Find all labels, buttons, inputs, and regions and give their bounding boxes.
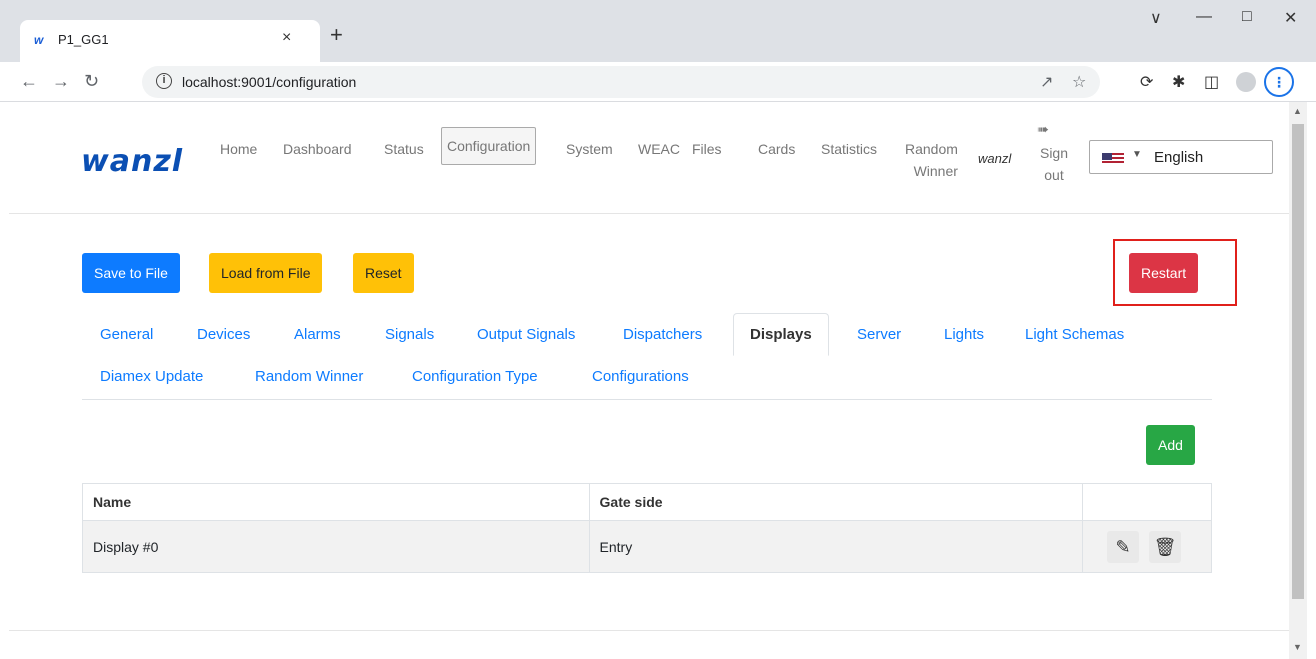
tab-configurations[interactable]: Configurations — [592, 368, 689, 385]
url-text[interactable]: localhost:9001/configuration — [182, 74, 356, 90]
reload-icon[interactable]: ↻ — [84, 71, 99, 92]
chevron-down-icon[interactable]: ∨ — [1150, 8, 1162, 28]
new-tab-icon[interactable]: + — [330, 22, 343, 48]
caret-down-icon: ▼ — [1132, 149, 1142, 160]
scroll-thumb[interactable] — [1292, 124, 1304, 599]
wanzl-logo[interactable]: wanzl — [81, 144, 183, 179]
nav-random-winner-line2: Winner — [913, 163, 958, 179]
vertical-scrollbar[interactable]: ▲ ▼ — [1289, 102, 1307, 659]
tab-general[interactable]: General — [100, 326, 153, 343]
displays-table: Name Gate side Display #0 Entry ✎ 🗑 — [82, 483, 1212, 573]
share-icon[interactable]: ↗ — [1040, 72, 1053, 92]
tab-dispatchers[interactable]: Dispatchers — [623, 326, 702, 343]
tab-alarms[interactable]: Alarms — [294, 326, 341, 343]
menu-icon[interactable]: ⋮ — [1264, 67, 1294, 97]
language-select[interactable]: ▼ English — [1089, 140, 1273, 174]
maximize-icon[interactable]: □ — [1242, 8, 1252, 26]
close-window-icon[interactable]: ✕ — [1284, 8, 1297, 28]
sign-out-line2: out — [1044, 167, 1064, 183]
nav-home[interactable]: Home — [220, 138, 257, 160]
sidepanel-icon[interactable]: ◫ — [1204, 72, 1219, 92]
browser-tab-strip: w P1_GG1 × + ∨ — □ ✕ — [0, 0, 1316, 62]
restart-button[interactable]: Restart — [1129, 253, 1199, 293]
profile-icon[interactable] — [1236, 72, 1256, 92]
tab-diamex-update[interactable]: Diamex Update — [100, 368, 203, 385]
column-header-actions — [1082, 483, 1212, 521]
tab-configuration-type[interactable]: Configuration Type — [412, 368, 538, 385]
wanzl-favicon-icon: w — [34, 33, 44, 47]
nav-statistics[interactable]: Statistics — [821, 138, 877, 160]
tab-signals[interactable]: Signals — [385, 326, 434, 343]
minimize-icon[interactable]: — — [1196, 8, 1212, 26]
nav-random-winner[interactable]: Random Winner — [905, 138, 958, 182]
config-tabs: General Devices Alarms Signals Output Si… — [82, 310, 1212, 400]
close-tab-icon[interactable]: × — [282, 29, 291, 47]
tab-random-winner[interactable]: Random Winner — [255, 368, 363, 385]
user-name: wanzl — [978, 151, 1012, 166]
nav-weac[interactable]: WEAC — [638, 138, 680, 160]
info-icon[interactable]: i — [156, 73, 172, 89]
nav-random-winner-line1: Random — [905, 141, 958, 157]
scroll-up-icon[interactable]: ▲ — [1293, 106, 1302, 116]
nav-dashboard[interactable]: Dashboard — [283, 138, 352, 160]
back-icon[interactable]: ← — [20, 71, 38, 92]
nav-cards[interactable]: Cards — [758, 138, 795, 160]
sign-out-link[interactable]: Sign out — [1034, 142, 1074, 186]
extension-icon[interactable]: ⟳ — [1140, 72, 1153, 92]
signout-icon[interactable]: ➠ — [1037, 121, 1049, 138]
sign-out-line1: Sign — [1039, 145, 1069, 161]
tab-light-schemas[interactable]: Light Schemas — [1025, 326, 1124, 343]
cell-gate-side: Entry — [588, 520, 1084, 573]
cell-name: Display #0 — [82, 520, 590, 573]
nav-files[interactable]: Files — [692, 138, 722, 160]
tab-output-signals[interactable]: Output Signals — [477, 326, 575, 343]
nav-system[interactable]: System — [566, 138, 613, 160]
reset-button[interactable]: Reset — [353, 253, 414, 293]
load-from-file-button[interactable]: Load from File — [209, 253, 323, 293]
tab-server[interactable]: Server — [857, 326, 901, 343]
nav-status[interactable]: Status — [384, 138, 424, 160]
table-row: Display #0 Entry ✎ 🗑 — [82, 520, 1212, 573]
add-button[interactable]: Add — [1146, 425, 1195, 465]
column-header-gate-side: Gate side — [588, 483, 1084, 521]
puzzle-icon[interactable]: ✱ — [1172, 72, 1185, 92]
page-viewport: wanzl Home Dashboard Status Configuratio… — [9, 102, 1289, 659]
column-header-name: Name — [82, 483, 590, 521]
cell-actions: ✎ 🗑 — [1082, 520, 1212, 573]
forward-icon[interactable]: → — [52, 71, 70, 92]
address-bar[interactable]: i localhost:9001/configuration ↗ ☆ — [142, 66, 1100, 98]
us-flag-icon — [1102, 153, 1124, 165]
scroll-down-icon[interactable]: ▼ — [1293, 642, 1302, 652]
nav-configuration[interactable]: Configuration — [441, 127, 537, 165]
tab-devices[interactable]: Devices — [197, 326, 250, 343]
trash-icon[interactable]: 🗑 — [1149, 530, 1182, 563]
footer-divider — [9, 630, 1289, 631]
browser-tab[interactable]: w P1_GG1 × — [20, 20, 320, 62]
table-header-row: Name Gate side — [82, 483, 1212, 521]
edit-icon[interactable]: ✎ — [1107, 530, 1140, 563]
tab-title: P1_GG1 — [58, 32, 109, 47]
language-label: English — [1154, 149, 1204, 166]
star-icon[interactable]: ☆ — [1072, 72, 1086, 92]
save-to-file-button[interactable]: Save to File — [82, 253, 180, 293]
tab-displays[interactable]: Displays — [733, 313, 829, 356]
site-header: wanzl Home Dashboard Status Configuratio… — [9, 102, 1289, 214]
browser-toolbar: ← → ↻ i localhost:9001/configuration ↗ ☆… — [0, 62, 1316, 102]
tab-lights[interactable]: Lights — [944, 326, 984, 343]
